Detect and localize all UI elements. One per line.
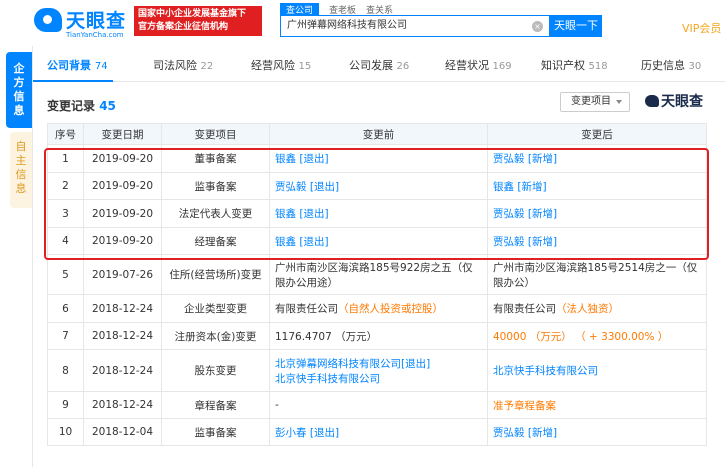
person-link[interactable]: 贾弘毅: [493, 427, 525, 439]
company-link[interactable]: 北京弹幕网络科技有限公司: [275, 358, 401, 370]
change-item-dropdown[interactable]: 变更项目: [560, 92, 630, 112]
person-link[interactable]: 贾弘毅: [493, 153, 525, 165]
side-tab-company-info[interactable]: 企方信息: [6, 52, 32, 128]
table-row: 1 2019-09-20 董事备案 银鑫 [退出] 贾弘毅 [新增]: [47, 144, 707, 173]
section-title: 变更记录 45: [47, 99, 116, 113]
tab-operations[interactable]: 经营状况 169: [445, 57, 512, 73]
side-tab-self-info[interactable]: 自主信息: [10, 132, 32, 208]
table-row: 3 2019-09-20 法定代表人变更 银鑫 [退出] 贾弘毅 [新增]: [47, 199, 707, 228]
table-row: 9 2018-12-24 章程备案 - 准予章程备案: [47, 391, 707, 419]
col-after: 变更后: [487, 123, 707, 145]
col-before: 变更前: [269, 123, 488, 145]
table-row: 7 2018-12-24 注册资本(金)变更 1176.4707 （万元） 40…: [47, 322, 707, 350]
col-date: 变更日期: [83, 123, 162, 145]
table-row: 8 2018-12-24 股东变更 北京弹幕网络科技有限公司[退出] 北京快手科技…: [47, 349, 707, 392]
caret-down-icon: [616, 100, 622, 104]
eye-icon: [34, 8, 62, 32]
person-link[interactable]: 贾弘毅: [493, 236, 525, 248]
col-no: 序号: [47, 123, 84, 145]
table-row: 4 2019-09-20 经理备案 银鑫 [退出] 贾弘毅 [新增]: [47, 227, 707, 255]
person-link[interactable]: 银鑫: [275, 153, 296, 165]
person-link[interactable]: 贾弘毅: [275, 181, 307, 193]
person-link[interactable]: 彭小春: [275, 427, 307, 439]
person-link[interactable]: 贾弘毅: [493, 208, 525, 220]
active-tab-underline: [33, 80, 113, 82]
tab-legal-risk[interactable]: 司法风险 22: [153, 57, 213, 73]
company-link[interactable]: 北京快手科技有限公司: [493, 365, 598, 377]
category-nav: 公司背景 74 司法风险 22 经营风险 15 公司发展 26 经营状况 169…: [33, 46, 725, 82]
top-header: 天眼查 TianYanCha.com 国家中小企业发展基金旗下 官方备案企业征信…: [0, 0, 725, 46]
side-tab1-label: 企方信息: [13, 62, 25, 117]
clear-icon[interactable]: ×: [532, 21, 543, 32]
tab-history[interactable]: 历史信息 30: [641, 57, 701, 73]
table-row: 5 2019-07-26 住所(经营场所)变更 广州市南沙区海滨路185号922…: [47, 254, 707, 295]
table-header-row: 序号 变更日期 变更项目 变更前 变更后: [47, 123, 707, 145]
col-item: 变更项目: [161, 123, 270, 145]
person-link[interactable]: 银鑫: [275, 208, 296, 220]
person-link[interactable]: 银鑫: [275, 236, 296, 248]
official-badge: 国家中小企业发展基金旗下 官方备案企业征信机构: [134, 6, 262, 36]
logo-sub: TianYanCha.com: [66, 31, 124, 39]
table-row: 10 2018-12-04 监事备案 彭小春 [退出] 贾弘毅 [新增]: [47, 418, 707, 446]
badge-line1: 国家中小企业发展基金旗下: [138, 9, 247, 19]
search-value: 广州弹幕网络科技有限公司: [287, 20, 407, 31]
vip-link[interactable]: VIP会员: [682, 20, 721, 36]
badge-line2: 官方备案企业征信机构: [138, 22, 229, 32]
logo-text: 天眼查: [66, 10, 127, 32]
search-input[interactable]: 广州弹幕网络科技有限公司 ×: [280, 15, 550, 37]
change-record-table: 序号 变更日期 变更项目 变更前 变更后 1 2019-09-20 董事备案 银…: [47, 123, 707, 446]
tab-business-risk[interactable]: 经营风险 15: [251, 57, 311, 73]
eye-icon: [645, 95, 659, 107]
person-link[interactable]: 银鑫: [493, 181, 514, 193]
logo[interactable]: 天眼查 TianYanCha.com: [34, 6, 129, 42]
search-button[interactable]: 天眼一下: [550, 15, 602, 37]
table-row: 2 2019-09-20 监事备案 贾弘毅 [退出] 银鑫 [新增]: [47, 172, 707, 200]
main-panel: 公司背景 74 司法风险 22 经营风险 15 公司发展 26 经营状况 169…: [32, 46, 725, 467]
watermark-logo: 天眼查: [645, 91, 703, 111]
table-row: 6 2018-12-24 企业类型变更 有限责任公司（自然人投资或控股） 有限责…: [47, 294, 707, 323]
tab-ip[interactable]: 知识产权 518: [541, 57, 608, 73]
side-tab2-label: 自主信息: [15, 140, 27, 195]
tab-development[interactable]: 公司发展 26: [349, 57, 409, 73]
tab-company-background[interactable]: 公司背景 74: [47, 57, 108, 73]
company-link[interactable]: 北京快手科技有限公司: [275, 373, 380, 385]
